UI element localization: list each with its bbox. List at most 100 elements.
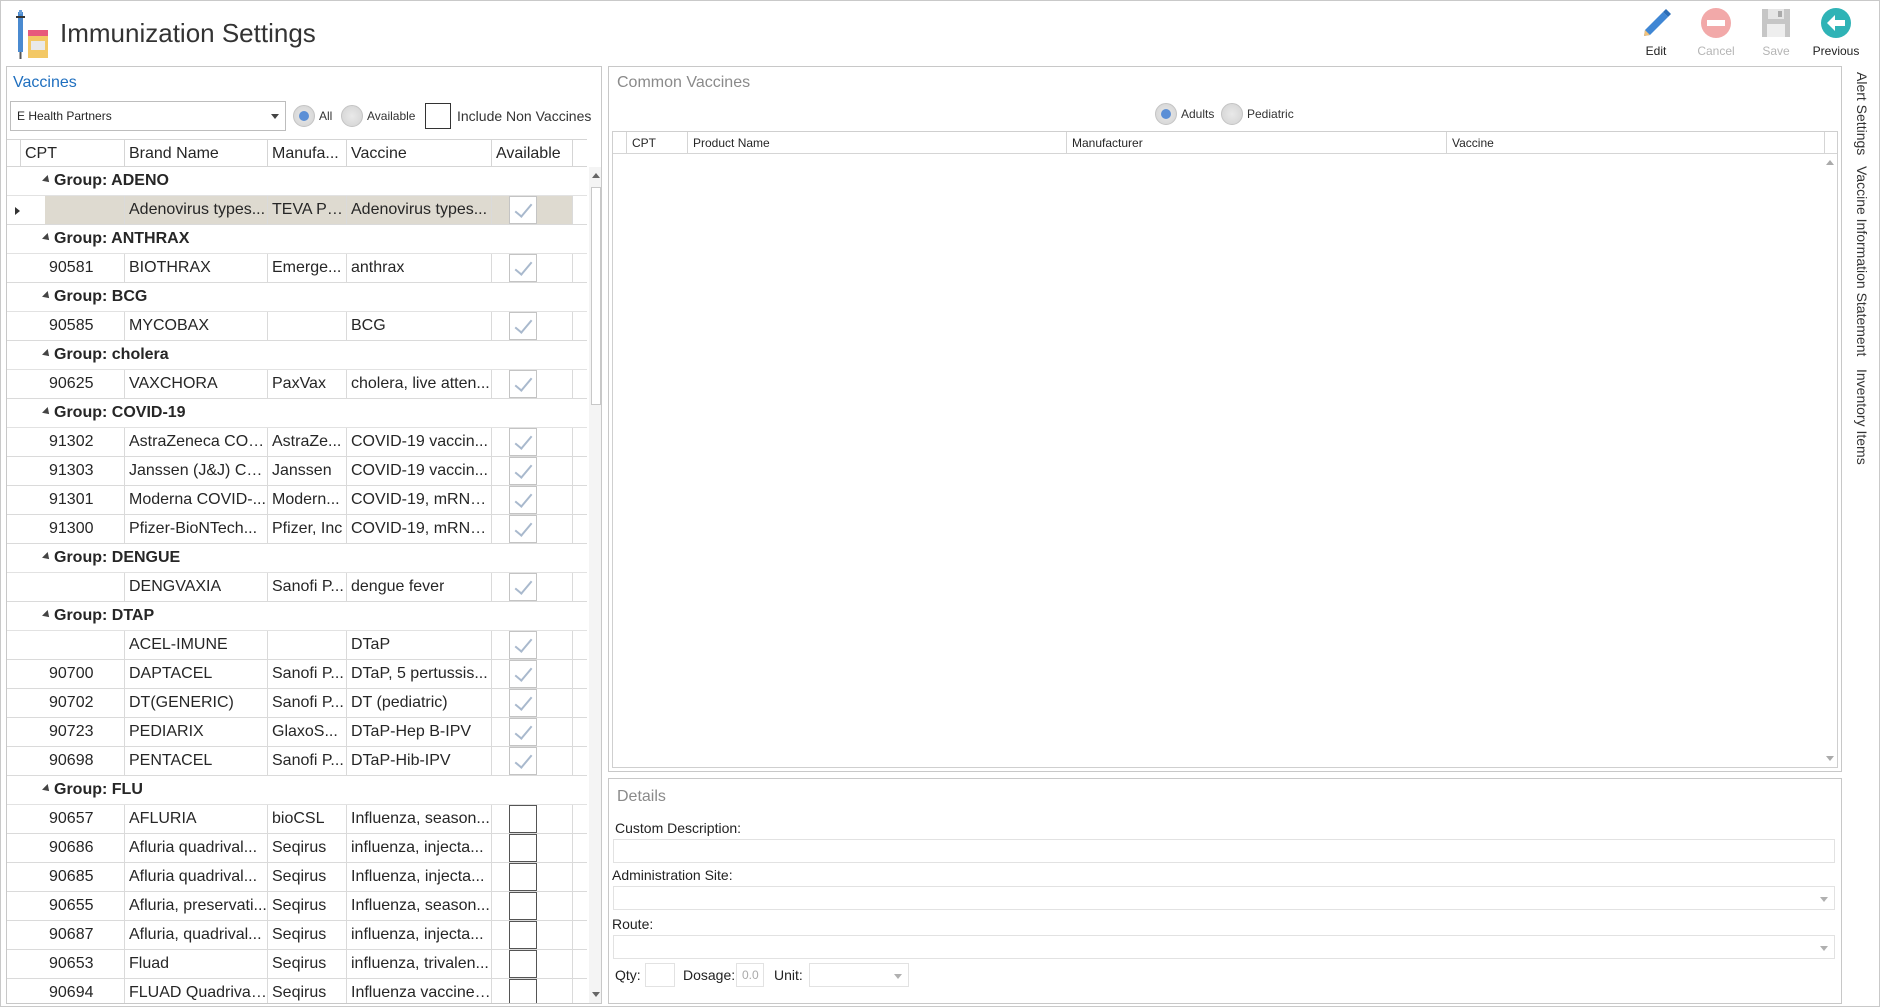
scroll-thumb[interactable] bbox=[591, 187, 601, 405]
vaccine-row[interactable]: 91302 AstraZeneca COV... AstraZe... COVID-1… bbox=[7, 428, 587, 457]
vaccine-row[interactable]: 90686 Afluria quadrival... Seqirus influenz… bbox=[7, 834, 587, 863]
group-row[interactable]: Group: DTAP bbox=[7, 602, 587, 631]
available-checkbox[interactable] bbox=[509, 950, 537, 978]
vaccine-row[interactable]: 91303 Janssen (J&J) CO... Janssen COVID-19 … bbox=[7, 457, 587, 486]
scroll-down-icon[interactable] bbox=[592, 992, 600, 997]
vaccine-text: dengue fever bbox=[351, 578, 445, 595]
partner-select[interactable]: E Health Partners bbox=[10, 101, 286, 131]
scroll-up-icon[interactable] bbox=[592, 173, 600, 178]
pediatric-radio[interactable]: Pediatric bbox=[1221, 103, 1294, 125]
vaccine-row[interactable]: 90694 FLUAD Quadrival... Seqirus Influenza … bbox=[7, 979, 587, 1003]
vaccine-row[interactable]: 90653 Fluad Seqirus influenza, trivalen... bbox=[7, 950, 587, 979]
available-checkbox[interactable] bbox=[509, 457, 537, 485]
brand-name-text: DT(GENERIC) bbox=[129, 694, 234, 711]
available-checkbox[interactable] bbox=[509, 515, 537, 543]
column-header-vaccine[interactable]: Vaccine bbox=[347, 140, 492, 166]
vaccine-row[interactable]: ACEL-IMUNE DTaP bbox=[7, 631, 587, 660]
vaccine-row[interactable]: 90698 PENTACEL Sanofi P... DTaP-Hib-IPV bbox=[7, 747, 587, 776]
tab-vaccine-information-statement[interactable]: Vaccine Information Statement bbox=[1854, 166, 1870, 356]
edit-button[interactable]: Edit bbox=[1626, 6, 1686, 62]
available-checkbox[interactable] bbox=[509, 660, 537, 688]
column-header-available[interactable]: Available bbox=[492, 140, 573, 166]
available-checkbox[interactable] bbox=[509, 196, 537, 224]
cell-brand-name: BIOTHRAX bbox=[125, 254, 268, 282]
available-checkbox[interactable] bbox=[509, 979, 537, 1003]
group-row[interactable]: Group: COVID-19 bbox=[7, 399, 587, 428]
available-checkbox[interactable] bbox=[509, 573, 537, 601]
available-checkbox[interactable] bbox=[509, 631, 537, 659]
vaccine-row[interactable]: 90723 PEDIARIX GlaxoS... DTaP-Hep B-IPV bbox=[7, 718, 587, 747]
vaccine-row[interactable]: DENGVAXIA Sanofi P... dengue fever bbox=[7, 573, 587, 602]
tab-alert-settings[interactable]: Alert Settings bbox=[1854, 72, 1870, 155]
available-checkbox[interactable] bbox=[509, 486, 537, 514]
vaccine-row[interactable]: 90687 Afluria, quadrival... Seqirus influen… bbox=[7, 921, 587, 950]
adults-radio[interactable]: Adults bbox=[1155, 103, 1214, 125]
qty-field[interactable] bbox=[645, 963, 675, 987]
column-header-manufacturer[interactable]: Manufacturer bbox=[1067, 132, 1447, 153]
available-checkbox[interactable] bbox=[509, 921, 537, 949]
cancel-button[interactable]: Cancel bbox=[1686, 6, 1746, 62]
filter-all-radio[interactable]: All bbox=[293, 105, 332, 127]
include-non-vaccines-checkbox[interactable]: Include Non Vaccines bbox=[425, 103, 591, 129]
tab-inventory-items[interactable]: Inventory Items bbox=[1854, 369, 1870, 465]
cpt-text: 90687 bbox=[49, 926, 94, 943]
available-checkbox[interactable] bbox=[509, 805, 537, 833]
column-header-manufacturer[interactable]: Manufa... bbox=[268, 140, 347, 166]
cell-manufacturer: Janssen bbox=[268, 457, 347, 485]
cell-vaccine: COVID-19 vaccin... bbox=[347, 457, 492, 485]
vaccine-row[interactable]: Adenovirus types... TEVA Ph... Adenovirus … bbox=[7, 196, 587, 225]
custom-description-field[interactable] bbox=[613, 839, 1835, 863]
vaccine-row[interactable]: 91301 Moderna COVID-... Modern... COVID-19,… bbox=[7, 486, 587, 515]
vaccines-section-title[interactable]: Vaccines bbox=[13, 74, 77, 92]
cell-cpt bbox=[45, 573, 125, 601]
vaccine-row[interactable]: 90581 BIOTHRAX Emerge... anthrax bbox=[7, 254, 587, 283]
available-checkbox[interactable] bbox=[509, 689, 537, 717]
group-row[interactable]: Group: ADENO bbox=[7, 167, 587, 196]
group-row[interactable]: Group: BCG bbox=[7, 283, 587, 312]
vaccines-grid-scrollbar[interactable] bbox=[589, 167, 601, 1003]
previous-button[interactable]: Previous bbox=[1806, 6, 1866, 62]
cpt-text: 90686 bbox=[49, 839, 94, 856]
filter-available-radio[interactable]: Available bbox=[341, 105, 415, 127]
group-row[interactable]: Group: cholera bbox=[7, 341, 587, 370]
available-checkbox[interactable] bbox=[509, 892, 537, 920]
vaccine-row[interactable]: 90657 AFLURIA bioCSL Influenza, season... bbox=[7, 805, 587, 834]
dosage-field[interactable]: 0.0 bbox=[736, 963, 764, 987]
column-header-vaccine[interactable]: Vaccine bbox=[1447, 132, 1825, 153]
vaccine-row[interactable]: 90585 MYCOBAX BCG bbox=[7, 312, 587, 341]
group-row[interactable]: Group: FLU bbox=[7, 776, 587, 805]
available-checkbox[interactable] bbox=[509, 718, 537, 746]
unit-select[interactable] bbox=[809, 963, 909, 987]
available-checkbox[interactable] bbox=[509, 747, 537, 775]
available-checkbox[interactable] bbox=[509, 312, 537, 340]
vaccine-row[interactable]: 90685 Afluria quadrival... Seqirus Influenz… bbox=[7, 863, 587, 892]
vaccine-row[interactable]: 91300 Pfizer-BioNTech... Pfizer, Inc COVID-… bbox=[7, 515, 587, 544]
cell-cpt: 90655 bbox=[45, 892, 125, 920]
available-checkbox[interactable] bbox=[509, 370, 537, 398]
common-vaccines-scrollbar[interactable] bbox=[1823, 154, 1837, 767]
vaccine-row[interactable]: 90625 VAXCHORA PaxVax cholera, live atten..… bbox=[7, 370, 587, 399]
cell-vaccine: influenza, injecta... bbox=[347, 834, 492, 862]
scroll-up-icon[interactable] bbox=[1826, 160, 1834, 165]
vaccine-row[interactable]: 90655 Afluria, preservati... Seqirus Influe… bbox=[7, 892, 587, 921]
available-checkbox[interactable] bbox=[509, 834, 537, 862]
column-header-cpt[interactable]: CPT bbox=[627, 132, 688, 153]
vaccine-text: DTaP, 5 pertussis... bbox=[351, 665, 488, 682]
available-checkbox[interactable] bbox=[509, 863, 537, 891]
column-header-brand-name[interactable]: Brand Name bbox=[125, 140, 268, 166]
vaccine-text: cholera, live atten... bbox=[351, 375, 490, 392]
administration-site-select[interactable] bbox=[613, 886, 1835, 910]
available-checkbox[interactable] bbox=[509, 254, 537, 282]
column-header-cpt[interactable]: CPT bbox=[21, 140, 125, 166]
vaccine-row[interactable]: 90700 DAPTACEL Sanofi P... DTaP, 5 pertussi… bbox=[7, 660, 587, 689]
column-header-product-name[interactable]: Product Name bbox=[688, 132, 1067, 153]
group-row[interactable]: Group: DENGUE bbox=[7, 544, 587, 573]
vaccine-row[interactable]: 90702 DT(GENERIC) Sanofi P... DT (pediatric… bbox=[7, 689, 587, 718]
cell-cpt bbox=[45, 196, 125, 224]
available-checkbox[interactable] bbox=[509, 428, 537, 456]
save-button[interactable]: Save bbox=[1746, 6, 1806, 62]
scroll-down-icon[interactable] bbox=[1826, 756, 1834, 761]
group-row[interactable]: Group: ANTHRAX bbox=[7, 225, 587, 254]
route-select[interactable] bbox=[613, 935, 1835, 959]
edit-label: Edit bbox=[1645, 44, 1667, 58]
